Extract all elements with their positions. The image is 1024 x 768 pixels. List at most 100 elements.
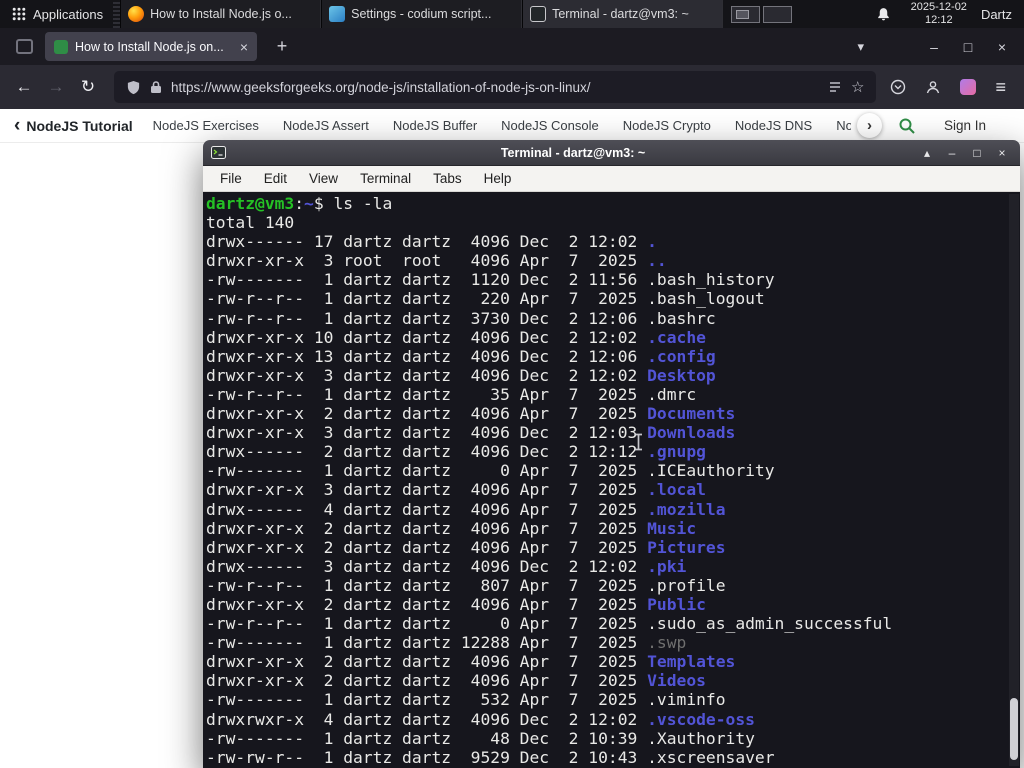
pocket-icon[interactable] (890, 79, 906, 95)
file-name: .bash_history (647, 270, 775, 290)
applications-label: Applications (33, 6, 104, 22)
file-attributes: drwxr-xr-x 2 dartz dartz 4096 Apr 7 2025 (206, 537, 648, 557)
lock-icon[interactable] (150, 80, 162, 94)
taskbar-window-icon (329, 6, 346, 22)
site-nav-item[interactable]: NodeJS Assert (283, 118, 369, 133)
terminal-output-line: drwx------ 4 dartz dartz 4096 Apr 7 2025… (206, 500, 1020, 519)
shield-icon[interactable] (126, 80, 141, 95)
scrollbar-thumb[interactable] (1010, 698, 1018, 760)
site-nav-item[interactable]: NodeJS Crypto (623, 118, 711, 133)
site-nav-item[interactable]: NodeJS Exercises (153, 118, 259, 133)
file-attributes: -rw-r--r-- 1 dartz dartz 0 Apr 7 2025 (206, 614, 648, 634)
chevron-left-icon[interactable]: ‹ (14, 116, 20, 135)
terminal-titlebar[interactable]: Terminal - dartz@vm3: ~ ▴ – □ × (203, 140, 1020, 166)
reload-button[interactable]: ↻ (72, 72, 104, 102)
reader-mode-icon[interactable] (828, 80, 842, 94)
browser-minimize-button[interactable]: – (924, 39, 944, 55)
terminal-minimize-button[interactable]: – (942, 146, 962, 160)
window-controls: ▾ – □ × (857, 39, 1016, 55)
tab-close-icon[interactable]: × (240, 39, 248, 55)
workspace-2[interactable] (762, 5, 792, 23)
file-name: Templates (647, 652, 736, 672)
terminal-output-line: -rw-r--r-- 1 dartz dartz 35 Apr 7 2025 .… (206, 385, 1020, 404)
terminal-shade-button[interactable]: ▴ (917, 146, 937, 160)
file-attributes: -rw------- 1 dartz dartz 1120 Dec 2 11:5… (206, 270, 648, 290)
browser-maximize-button[interactable]: □ (958, 39, 978, 55)
terminal-output-line: drwx------ 2 dartz dartz 4096 Dec 2 12:1… (206, 442, 1020, 461)
terminal-total-line: total 140 (206, 213, 295, 233)
file-name: .ICEauthority (647, 461, 775, 481)
file-attributes: drwx------ 3 dartz dartz 4096 Dec 2 12:0… (206, 556, 648, 576)
workspace-switcher[interactable] (730, 5, 792, 23)
list-tabs-icon[interactable]: ▾ (857, 39, 864, 55)
file-attributes: -rw-rw-r-- 1 dartz dartz 9529 Dec 2 10:4… (206, 747, 648, 767)
taskbar-button[interactable]: Terminal - dartz@vm3: ~ (522, 0, 724, 28)
chevron-right-button[interactable]: › (856, 113, 882, 138)
tab-title: How to Install Node.js on... (75, 39, 224, 54)
workspace-1[interactable] (730, 5, 760, 23)
site-nav-item[interactable]: Node (836, 118, 851, 133)
terminal-output-line: -rw-rw-r-- 1 dartz dartz 9529 Dec 2 10:4… (206, 748, 1020, 767)
sign-in-link[interactable]: Sign In (944, 118, 986, 133)
file-attributes: drwxr-xr-x 13 dartz dartz 4096 Dec 2 12:… (206, 346, 648, 366)
terminal-maximize-button[interactable]: □ (967, 146, 987, 160)
terminal-output: drwx------ 17 dartz dartz 4096 Dec 2 12:… (206, 232, 1020, 767)
file-name: .cache (647, 327, 706, 347)
taskbar-button[interactable]: How to Install Node.js o... (120, 0, 322, 28)
forward-button[interactable]: → (40, 72, 72, 102)
taskbar-button[interactable]: Settings - codium script... (321, 0, 523, 28)
file-attributes: drwxr-xr-x 2 dartz dartz 4096 Apr 7 2025 (206, 652, 648, 672)
file-attributes: -rw------- 1 dartz dartz 12288 Apr 7 202… (206, 633, 648, 653)
terminal-menu-item[interactable]: View (298, 171, 349, 186)
site-nav-current[interactable]: NodeJS Tutorial (26, 118, 132, 134)
bookmark-star-icon[interactable]: ☆ (851, 78, 864, 96)
file-name: .gnupg (647, 442, 706, 462)
terminal-window: Terminal - dartz@vm3: ~ ▴ – □ × File Edit… (203, 140, 1020, 768)
terminal-menu-item[interactable]: File (209, 171, 253, 186)
terminal-prompt-line: dartz@vm3:~$ ls -la (206, 194, 1020, 213)
site-nav-item[interactable]: NodeJS Console (501, 118, 599, 133)
user-label: Dartz (980, 6, 1012, 22)
extension-icon[interactable] (960, 79, 977, 95)
file-attributes: -rw------- 1 dartz dartz 48 Dec 2 10:39 (206, 728, 648, 748)
terminal-output-line: -rw-r--r-- 1 dartz dartz 220 Apr 7 2025 … (206, 289, 1020, 308)
terminal-menu-item[interactable]: Terminal (349, 171, 422, 186)
site-nav-item[interactable]: NodeJS Buffer (393, 118, 477, 133)
terminal-menu-item[interactable]: Tabs (422, 171, 473, 186)
site-nav-item[interactable]: NodeJS DNS (735, 118, 812, 133)
file-name: .profile (647, 575, 726, 595)
terminal-scrollbar[interactable] (1009, 194, 1019, 766)
terminal-close-button[interactable]: × (992, 146, 1012, 160)
terminal-output-line: drwxr-xr-x 2 dartz dartz 4096 Apr 7 2025… (206, 652, 1020, 671)
search-icon[interactable] (898, 117, 916, 135)
terminal-menu-item[interactable]: Help (473, 171, 523, 186)
taskbar-window-title: Terminal - dartz@vm3: ~ (552, 7, 689, 21)
browser-close-button[interactable]: × (992, 39, 1012, 55)
file-attributes: drwxr-xr-x 2 dartz dartz 4096 Apr 7 2025 (206, 404, 648, 424)
panel-handle[interactable] (113, 0, 121, 28)
new-tab-button[interactable]: + (269, 36, 295, 57)
notification-bell-icon[interactable] (876, 7, 891, 22)
account-icon[interactable] (925, 79, 941, 95)
clock[interactable]: 2025-12-02 12:12 (911, 1, 967, 27)
site-nav-items: NodeJS Exercises NodeJS Assert NodeJS Buff… (153, 118, 851, 133)
url-bar[interactable]: https://www.geeksforgeeks.org/node-js/in… (114, 71, 877, 103)
terminal-screen[interactable]: dartz@vm3:~$ ls -la total 140 drwx------… (203, 192, 1020, 768)
terminal-menu-item[interactable]: Edit (253, 171, 298, 186)
file-name: Public (647, 594, 706, 614)
applications-menu[interactable]: Applications (0, 0, 113, 28)
firefox-view-icon[interactable] (16, 39, 33, 54)
back-button[interactable]: ← (8, 72, 40, 102)
prompt-separator: : (294, 194, 305, 213)
file-name: .bash_logout (647, 289, 765, 309)
file-attributes: drwxr-xr-x 3 dartz dartz 4096 Dec 2 12:0… (206, 423, 648, 443)
file-attributes: drwxr-xr-x 2 dartz dartz 4096 Apr 7 2025 (206, 671, 648, 691)
terminal-output-line: -rw-r--r-- 1 dartz dartz 0 Apr 7 2025 .s… (206, 614, 1020, 633)
terminal-output-line: drwxr-xr-x 3 dartz dartz 4096 Dec 2 12:0… (206, 423, 1020, 442)
clock-time: 12:12 (925, 14, 953, 26)
workspace-window-preview (735, 9, 749, 19)
hamburger-menu-icon[interactable]: ≡ (995, 78, 1006, 96)
browser-tab[interactable]: How to Install Node.js on... × (45, 32, 257, 61)
file-name: . (647, 232, 657, 252)
taskbar-window-icon (128, 6, 145, 22)
